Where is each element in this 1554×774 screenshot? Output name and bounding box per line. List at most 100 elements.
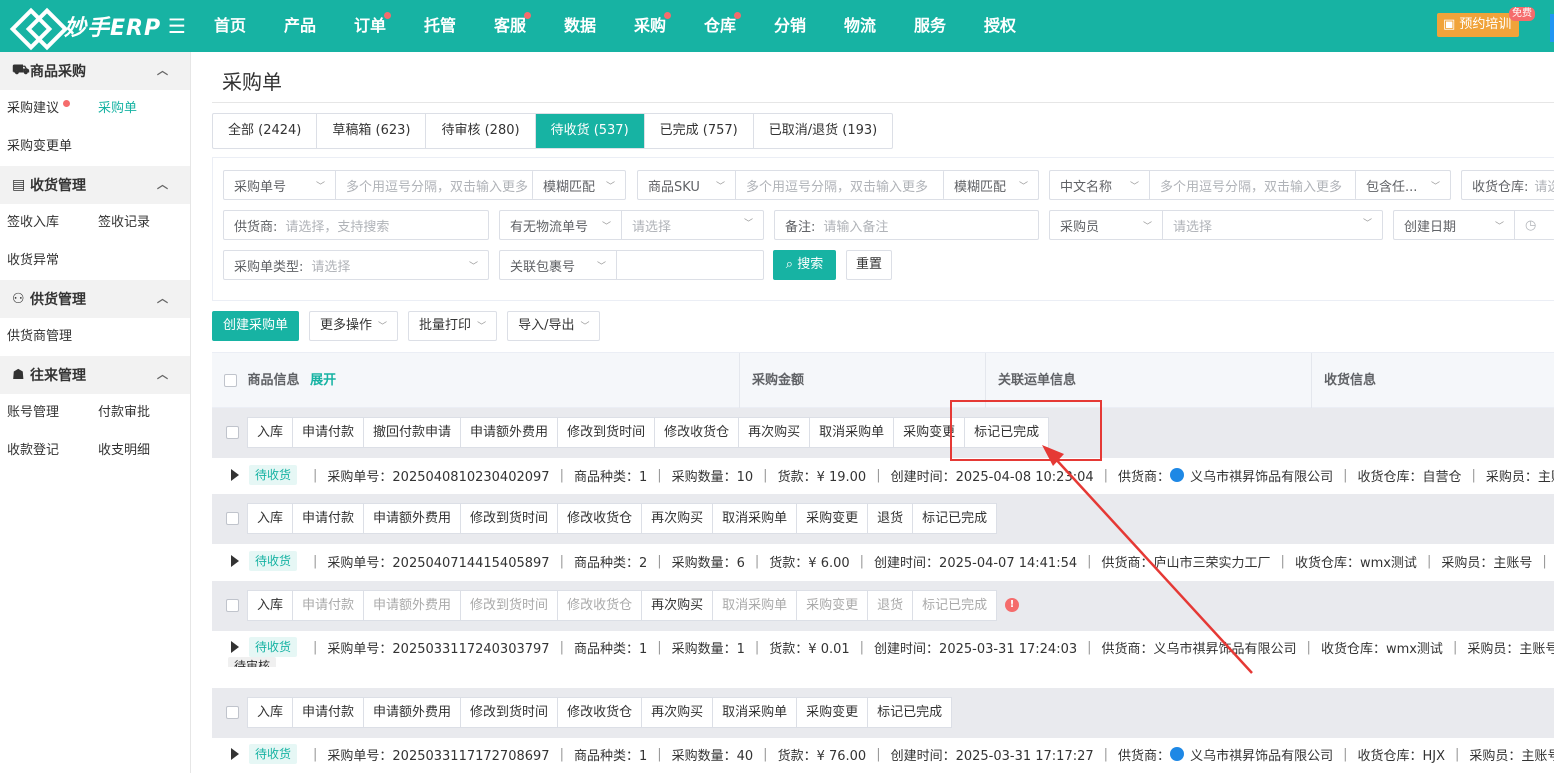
op-button[interactable]: 修改收货仓 <box>655 418 740 447</box>
op-button[interactable]: 采购变更 <box>797 591 869 620</box>
op-button[interactable]: 入库 <box>248 418 294 447</box>
po-number[interactable]: 采购单号：2025040714415405897 <box>327 552 549 571</box>
date-field-select[interactable]: 创建日期 ﹀ <box>1394 211 1515 239</box>
buyer-select[interactable]: 请选择 ﹀ <box>1163 216 1382 235</box>
nav-item-7[interactable]: 仓库 <box>685 0 755 52</box>
sidebar-item[interactable]: 收支明细 <box>91 432 182 470</box>
op-button[interactable]: 取消采购单 <box>713 698 798 727</box>
row-checkbox[interactable] <box>226 426 239 439</box>
expand-caret-icon[interactable] <box>231 469 239 481</box>
op-button[interactable]: 修改收货仓 <box>558 698 643 727</box>
op-button[interactable]: 修改收货仓 <box>558 591 643 620</box>
side-widget[interactable] <box>1550 14 1554 42</box>
sidebar-item[interactable]: 采购变更单 <box>0 128 91 166</box>
chevron-up-icon[interactable]: ︿ <box>157 62 168 78</box>
op-button[interactable]: 再次购买 <box>739 418 811 447</box>
menu-toggle-icon[interactable]: ☰ <box>168 14 186 38</box>
supplier-filter[interactable]: 供货商: 请选择，支持搜索 <box>223 210 489 240</box>
supplier-name[interactable]: 义乌市祺昇饰品有限公司 <box>1190 745 1333 764</box>
op-button[interactable]: 标记已完成 <box>913 591 996 620</box>
sku-field-select[interactable]: 商品SKU ﹀ <box>638 171 736 199</box>
nav-item-10[interactable]: 服务 <box>895 0 965 52</box>
nav-item-5[interactable]: 数据 <box>545 0 615 52</box>
expand-caret-icon[interactable] <box>231 555 239 567</box>
tab-3[interactable]: 待收货 (537) <box>535 114 645 148</box>
op-button[interactable]: 申请额外费用 <box>364 698 462 727</box>
row-checkbox[interactable] <box>226 512 239 525</box>
chevron-up-icon[interactable]: ︿ <box>157 290 168 306</box>
nav-item-0[interactable]: 首页 <box>195 0 265 52</box>
sidebar-item[interactable]: 账号管理 <box>0 394 91 432</box>
op-button[interactable]: 退货 <box>868 591 914 620</box>
tab-0[interactable]: 全部 (2424) <box>213 114 318 148</box>
import-export-dropdown[interactable]: 导入/导出 ﹀ <box>507 311 601 341</box>
clock-icon[interactable]: ◷ <box>1515 218 1554 233</box>
batch-print-dropdown[interactable]: 批量打印 ﹀ <box>408 311 498 341</box>
op-button[interactable]: 入库 <box>248 591 294 620</box>
sidebar-item[interactable]: 签收记录 <box>91 204 182 242</box>
op-button[interactable]: 采购变更 <box>797 504 869 533</box>
op-button[interactable]: 修改到货时间 <box>461 504 559 533</box>
logistics-field-select[interactable]: 有无物流单号 ﹀ <box>500 211 622 239</box>
op-button[interactable]: 修改到货时间 <box>461 698 559 727</box>
op-button[interactable]: 再次购买 <box>642 591 714 620</box>
match-select-3[interactable]: 包含任... ﹀ <box>1355 170 1451 200</box>
chevron-up-icon[interactable]: ︿ <box>157 176 168 192</box>
row-checkbox[interactable] <box>226 706 239 719</box>
sidebar-item[interactable]: 采购单 <box>91 90 182 128</box>
op-button[interactable]: 采购变更 <box>797 698 869 727</box>
nav-item-2[interactable]: 订单 <box>335 0 405 52</box>
sidebar-item[interactable]: 收货异常 <box>0 242 91 280</box>
sidebar-item[interactable]: 收款登记 <box>0 432 91 470</box>
expand-caret-icon[interactable] <box>231 748 239 760</box>
expand-link[interactable]: 展开 <box>310 373 336 388</box>
op-button[interactable]: 再次购买 <box>642 504 714 533</box>
op-button[interactable]: 申请付款 <box>293 698 365 727</box>
op-button[interactable]: 入库 <box>248 504 294 533</box>
search-button[interactable]: ⌕ 搜索 <box>773 250 836 280</box>
sidebar-section-1[interactable]: ▤ 收货管理 ︿ <box>0 166 190 204</box>
sidebar-section-2[interactable]: ⚇ 供货管理 ︿ <box>0 280 190 318</box>
op-button[interactable]: 申请额外费用 <box>364 504 462 533</box>
brand-logo[interactable]: 妙手ERP <box>12 8 161 44</box>
sidebar-item[interactable]: 采购建议 <box>0 90 91 128</box>
logistics-select[interactable]: 请选择 ﹀ <box>622 216 763 235</box>
op-button[interactable]: 申请额外费用 <box>364 591 462 620</box>
nav-item-6[interactable]: 采购 <box>615 0 685 52</box>
op-button[interactable]: 申请额外费用 <box>461 418 559 447</box>
tab-4[interactable]: 已完成 (757) <box>645 114 754 148</box>
remark-filter[interactable]: 备注: 请输入备注 <box>774 210 1039 240</box>
op-button[interactable]: 取消采购单 <box>713 591 798 620</box>
po-number[interactable]: 采购单号：2025033117240303797 <box>327 638 549 657</box>
op-button[interactable]: 标记已完成 <box>913 504 996 533</box>
tab-2[interactable]: 待审核 (280) <box>426 114 536 148</box>
po-number[interactable]: 采购单号：2025033117172708697 <box>327 745 549 764</box>
match-select-1[interactable]: 模糊匹配 ﹀ <box>532 170 626 200</box>
buyer-field-select[interactable]: 采购员 ﹀ <box>1050 211 1163 239</box>
op-button[interactable]: 退货 <box>868 504 914 533</box>
op-button[interactable]: 修改到货时间 <box>461 591 559 620</box>
op-button[interactable]: 取消采购单 <box>810 418 895 447</box>
warning-icon[interactable]: ! <box>1005 598 1019 612</box>
op-button[interactable]: 入库 <box>248 698 294 727</box>
nav-item-8[interactable]: 分销 <box>755 0 825 52</box>
training-button[interactable]: ▣ 预约培训 <box>1437 13 1520 37</box>
op-button[interactable]: 修改到货时间 <box>558 418 656 447</box>
op-button[interactable]: 取消采购单 <box>713 504 798 533</box>
sidebar-item[interactable]: 签收入库 <box>0 204 91 242</box>
create-po-button[interactable]: 创建采购单 <box>212 311 300 341</box>
warehouse-filter[interactable]: 收货仓库:请选 <box>1461 170 1554 200</box>
nav-item-4[interactable]: 客服 <box>475 0 545 52</box>
tab-1[interactable]: 草稿箱 (623) <box>317 114 427 148</box>
supplier-name[interactable]: 义乌市祺昇饰品有限公司 <box>1190 466 1333 485</box>
cn-field-select[interactable]: 中文名称 ﹀ <box>1050 171 1150 199</box>
sidebar-section-3[interactable]: ☗ 往来管理 ︿ <box>0 356 190 394</box>
op-button[interactable]: 申请付款 <box>293 418 365 447</box>
sidebar-section-0[interactable]: ⛟ 商品采购 ︿ <box>0 52 190 90</box>
nav-item-3[interactable]: 托管 <box>405 0 475 52</box>
row-checkbox[interactable] <box>226 599 239 612</box>
supplier-name[interactable]: 义乌市祺昇饰品有限公司 <box>1154 638 1297 657</box>
tab-5[interactable]: 已取消/退货 (193) <box>754 114 892 148</box>
nav-item-1[interactable]: 产品 <box>265 0 335 52</box>
nav-item-11[interactable]: 授权 <box>965 0 1035 52</box>
